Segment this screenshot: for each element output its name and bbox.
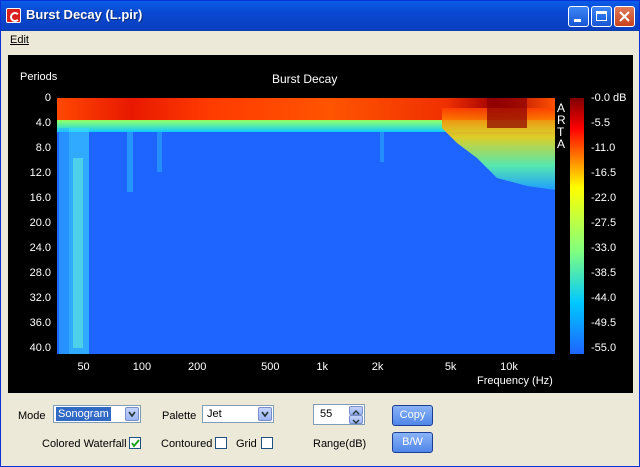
lf-streak [380, 132, 384, 162]
y-tick-label: 16.0 [29, 192, 51, 204]
lf-streak [73, 158, 83, 348]
arta-letter: A [557, 137, 566, 151]
colorbar-label: -55.0 [591, 342, 617, 354]
close-icon [619, 11, 630, 22]
colorbar-label: -49.5 [591, 317, 617, 329]
y-tick-label: 24.0 [29, 242, 51, 254]
sonogram-plot[interactable] [57, 98, 555, 354]
colorbar-label: -44.0 [591, 292, 617, 304]
y-tick-label: 40.0 [29, 342, 51, 354]
palette-value: Jet [207, 408, 222, 420]
x-tick-label: 50 [77, 361, 90, 373]
colorbar-label: -5.5 [591, 117, 610, 129]
y-tick-label: 0 [44, 92, 51, 104]
x-axis-label: Frequency (Hz) [477, 375, 553, 387]
contoured-label: Contoured [161, 438, 213, 450]
colorbar-label: -33.0 [591, 242, 617, 254]
app-icon[interactable] [6, 8, 21, 23]
chevron-down-icon[interactable] [258, 407, 272, 421]
lf-streak [157, 132, 162, 172]
colorbar-label: -0.0 dB [591, 92, 627, 104]
palette-label: Palette [162, 410, 197, 422]
chevron-down-icon[interactable] [125, 407, 139, 421]
menu-edit[interactable]: Edit [10, 34, 29, 46]
y-tick-label: 8.0 [35, 142, 51, 154]
y-tick-label: 32.0 [29, 292, 51, 304]
y-tick-label: 28.0 [29, 267, 51, 279]
lf-streak [127, 132, 133, 192]
range-spinner[interactable]: 55 [313, 404, 365, 425]
contoured-checkbox[interactable] [215, 437, 227, 449]
grid-label: Grid [236, 438, 257, 450]
maximize-button[interactable] [591, 6, 612, 27]
mode-select[interactable]: Sonogram [53, 405, 141, 423]
mode-value: Sonogram [56, 407, 111, 421]
spin-down-icon[interactable] [349, 415, 363, 424]
range-label: Range(dB) [313, 438, 367, 450]
y-tick-label: 4.0 [35, 117, 51, 129]
colorbar-label: -22.0 [591, 192, 617, 204]
colorbar-label: -16.5 [591, 167, 617, 179]
x-tick-label: 100 [132, 361, 152, 373]
plot-panel: Periods Burst Decay 0 4.0 8.0 12.0 16.0 20.0 2… [8, 55, 633, 393]
close-button[interactable] [614, 6, 635, 27]
bw-button[interactable]: B/W [392, 432, 433, 453]
hf-peak [487, 98, 527, 128]
colored-waterfall-checkbox[interactable] [129, 437, 141, 449]
window-title: Burst Decay (L.pir) [26, 7, 143, 22]
x-tick-label: 200 [188, 361, 207, 373]
x-tick-label: 1k [316, 361, 329, 373]
y-tick-label: 12.0 [29, 167, 51, 179]
mode-label: Mode [18, 410, 46, 422]
y-axis-label: Periods [20, 71, 58, 83]
burst-decay-window: Burst Decay (L.pir) Edit Periods Burst D… [0, 0, 640, 467]
x-tick-label: 2k [371, 361, 384, 373]
y-tick-label: 36.0 [29, 317, 51, 329]
range-value[interactable]: 55 [320, 408, 332, 420]
title-bar[interactable]: Burst Decay (L.pir) [1, 1, 639, 31]
colorbar-label: -11.0 [591, 142, 616, 154]
colorbar-gradient [570, 98, 584, 354]
x-tick-label: 5k [444, 361, 457, 373]
plot-title: Burst Decay [272, 72, 338, 86]
grid-checkbox[interactable] [261, 437, 273, 449]
palette-select[interactable]: Jet [202, 405, 274, 423]
colored-waterfall-label: Colored Waterfall [42, 438, 127, 450]
copy-button[interactable]: Copy [392, 405, 433, 426]
checkmark-icon [131, 439, 140, 448]
y-tick-label: 20.0 [29, 217, 51, 229]
spin-up-icon[interactable] [349, 406, 363, 415]
minimize-button[interactable] [568, 6, 589, 27]
lf-streak [59, 128, 69, 354]
colorbar-label: -38.5 [591, 267, 617, 279]
colorbar-label: -27.5 [591, 217, 617, 229]
menu-bar: Edit [1, 31, 639, 50]
x-tick-label: 10k [500, 361, 518, 373]
colorbar [570, 98, 584, 354]
x-tick-label: 500 [261, 361, 280, 373]
